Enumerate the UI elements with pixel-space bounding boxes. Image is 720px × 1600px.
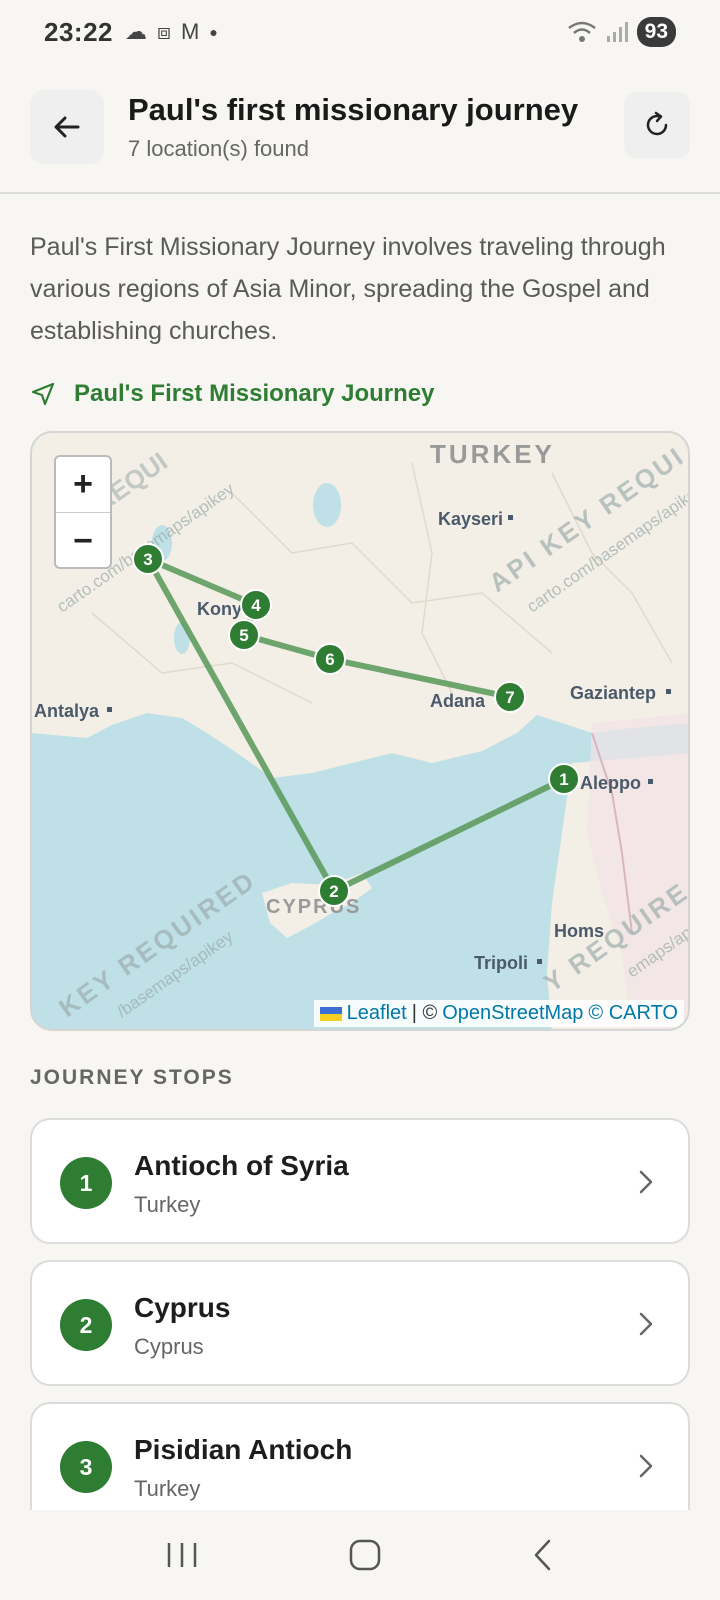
map-marker-5[interactable]: 5	[228, 619, 260, 651]
label-adana: Adana	[430, 691, 486, 711]
svg-text:5: 5	[239, 626, 248, 645]
back-button[interactable]	[30, 90, 104, 164]
svg-text:7: 7	[505, 688, 514, 707]
stop-country: Turkey	[134, 1476, 201, 1501]
zoom-out-button[interactable]: −	[56, 513, 110, 569]
ukraine-flag-icon	[319, 1006, 342, 1021]
stop-name: Antioch of Syria	[134, 1150, 349, 1181]
label-tripoli: Tripoli	[474, 953, 528, 973]
app-header: Paul's first missionary journey 7 locati…	[0, 64, 720, 194]
stops-heading: JOURNEY STOPS	[30, 1066, 234, 1089]
stop-country: Cyprus	[134, 1334, 204, 1359]
home-icon[interactable]	[348, 1538, 382, 1572]
zoom-control: + −	[54, 455, 112, 569]
map-marker-7[interactable]: 7	[494, 681, 526, 713]
signal-icon	[606, 22, 628, 42]
cloud-icon: ☁	[125, 19, 147, 44]
map-view[interactable]: REQUI carto.com/basemaps/apikey API KEY …	[30, 431, 690, 1031]
status-time: 23:22	[44, 16, 113, 47]
stop-name: Cyprus	[134, 1292, 231, 1323]
stop-name: Pisidian Antioch	[134, 1434, 353, 1465]
map-marker-2[interactable]: 2	[318, 875, 350, 907]
location-count: 7 location(s) found	[128, 136, 309, 161]
stop-number-badge: 1	[60, 1157, 112, 1209]
label-turkey: TURKEY	[430, 439, 555, 469]
system-nav-bar	[0, 1510, 720, 1600]
svg-text:6: 6	[325, 650, 334, 669]
label-konya: Kony	[197, 599, 242, 619]
osm-link[interactable]: OpenStreetMap	[442, 1002, 583, 1025]
svg-text:4: 4	[251, 596, 261, 615]
route-label: Paul's First Missionary Journey	[30, 380, 435, 408]
leaflet-link[interactable]: Leaflet	[347, 1002, 407, 1025]
stop-card[interactable]: 1 Antioch of Syria Turkey	[30, 1118, 690, 1244]
navigation-icon	[31, 382, 55, 406]
journey-description: Paul's First Missionary Journey involves…	[30, 233, 666, 345]
map-attribution: Leaflet | © OpenStreetMap © CARTO	[313, 1000, 684, 1027]
stop-number-badge: 2	[60, 1299, 112, 1351]
dot-icon: ●	[209, 24, 218, 40]
route-name: Paul's First Missionary Journey	[74, 380, 435, 407]
status-notification-icons: ☁ ⧈ M ●	[125, 19, 218, 45]
label-gaziantep: Gaziantep	[570, 683, 656, 703]
arrow-left-icon	[54, 116, 80, 138]
page-title: Paul's first missionary journey	[128, 92, 579, 127]
label-aleppo: Aleppo	[580, 773, 641, 793]
label-kayseri: Kayseri	[438, 509, 503, 529]
svg-text:2: 2	[329, 882, 338, 901]
label-homs: Homs	[554, 921, 604, 941]
screenshot-icon: ⧈	[157, 19, 171, 44]
chevron-right-icon	[639, 1312, 653, 1336]
carto-link[interactable]: © CARTO	[588, 1002, 678, 1025]
chevron-right-icon	[639, 1454, 653, 1478]
status-bar: 23:22 ☁ ⧈ M ● 93	[0, 0, 720, 64]
gmail-icon: M	[181, 19, 200, 44]
map-marker-1[interactable]: 1	[548, 763, 580, 795]
battery-indicator: 93	[636, 17, 676, 47]
attribution-separator: | ©	[411, 1002, 438, 1024]
stop-number-badge: 3	[60, 1441, 112, 1493]
stop-card[interactable]: 2 Cyprus Cyprus	[30, 1260, 690, 1386]
chevron-right-icon	[639, 1170, 653, 1194]
back-nav-icon[interactable]	[531, 1538, 555, 1572]
map-marker-4[interactable]: 4	[240, 589, 272, 621]
svg-text:3: 3	[143, 550, 152, 569]
map-marker-3[interactable]: 3	[132, 543, 164, 575]
map-base: REQUI carto.com/basemaps/apikey API KEY …	[32, 433, 688, 1029]
recent-apps-icon[interactable]	[165, 1540, 199, 1570]
wifi-icon	[567, 21, 596, 42]
refresh-icon	[646, 111, 668, 136]
lake	[313, 483, 341, 527]
svg-text:1: 1	[559, 770, 568, 789]
refresh-button[interactable]	[624, 92, 690, 158]
label-antalya: Antalya	[34, 701, 100, 721]
map-marker-6[interactable]: 6	[314, 643, 346, 675]
stop-country: Turkey	[134, 1192, 201, 1217]
zoom-in-button[interactable]: +	[56, 457, 110, 513]
